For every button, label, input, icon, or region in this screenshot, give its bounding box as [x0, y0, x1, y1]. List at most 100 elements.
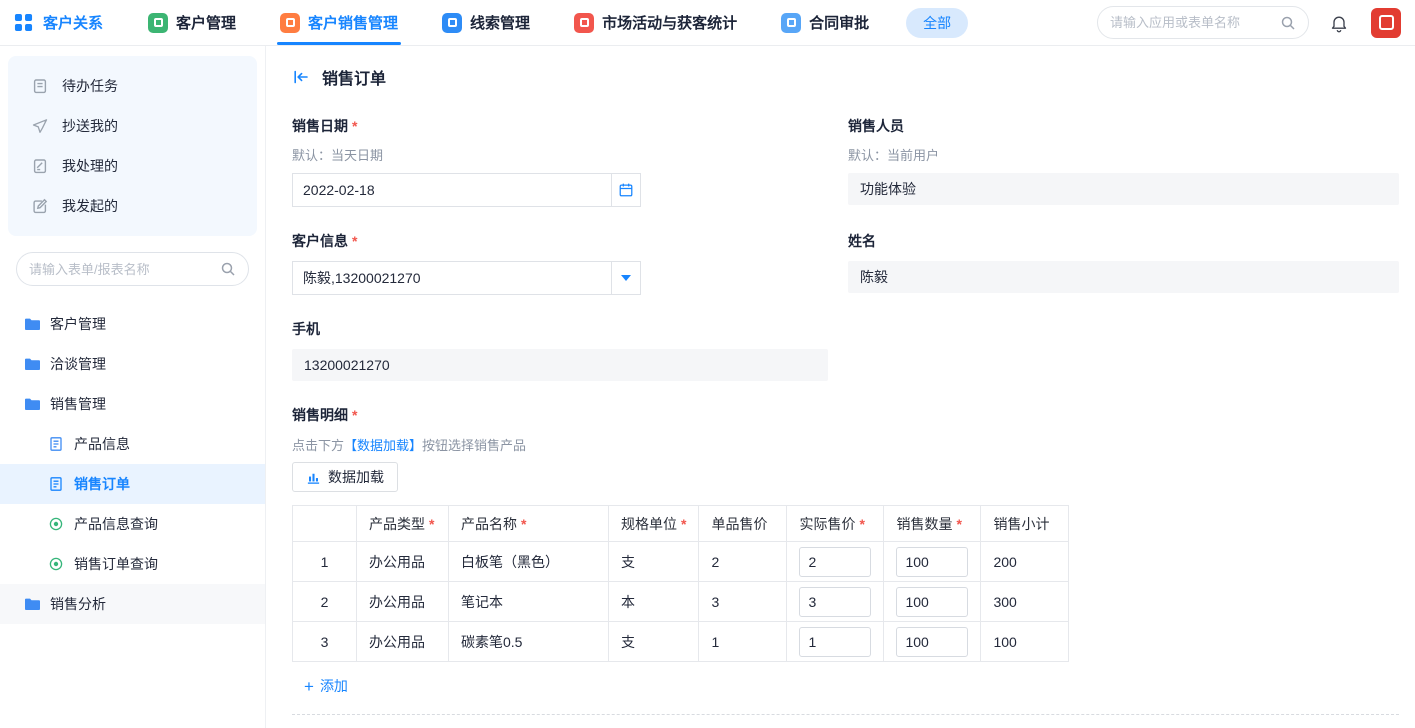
cell-actual-price [787, 622, 884, 662]
cell-sales-qty [884, 542, 981, 582]
mobile-label: 手机 [292, 319, 828, 339]
tree-item-sales-order-query[interactable]: 销售订单查询 [0, 544, 265, 584]
org-logo-mark [1379, 15, 1394, 30]
initiated-by-me-item[interactable]: 我发起的 [8, 186, 257, 226]
search-icon [220, 261, 236, 277]
tab-customer-mgmt[interactable]: 客户管理 [133, 0, 251, 45]
sales-qty-input[interactable] [896, 627, 968, 657]
form-search[interactable] [16, 252, 249, 286]
data-load-button[interactable]: 数据加载 [292, 462, 398, 492]
add-row-label: 添加 [320, 676, 348, 696]
form-divider [292, 714, 1399, 715]
form-tree: 客户管理 洽谈管理 销售管理 产品信息 销售订单 [0, 304, 265, 624]
cell-product-type: 办公用品 [357, 542, 449, 582]
org-logo[interactable] [1371, 8, 1401, 38]
cell-actual-price [787, 542, 884, 582]
tab-marketing-stats[interactable]: 市场活动与获客统计 [559, 0, 752, 45]
tree-label: 客户管理 [50, 314, 106, 334]
folder-open-icon [24, 396, 40, 412]
sale-date-input[interactable] [292, 173, 612, 207]
col-header-product-name: 产品名称* [449, 506, 609, 542]
workspace-switcher[interactable]: 客户关系 [14, 12, 103, 33]
cell-subtotal: 200 [981, 542, 1069, 582]
sales-qty-input[interactable] [896, 587, 968, 617]
col-header-actual-price: 实际售价* [787, 506, 884, 542]
required-asterisk: * [352, 407, 357, 423]
clipboard-icon [32, 78, 48, 94]
col-header-unit-price: 单品售价 [699, 506, 787, 542]
sales-person-hint: 默认：当前用户 [848, 145, 1399, 164]
tree-item-negotiation-mgmt[interactable]: 洽谈管理 [0, 344, 265, 384]
name-field: 姓名 陈毅 [848, 231, 1399, 295]
sales-detail-hint: 点击下方【数据加载】按钮选择销售产品 [292, 435, 1399, 454]
cc-to-me-item[interactable]: 抄送我的 [8, 106, 257, 146]
tree-item-customer-mgmt[interactable]: 客户管理 [0, 304, 265, 344]
data-load-button-label: 数据加载 [328, 467, 384, 487]
tab-label: 客户销售管理 [308, 12, 398, 33]
notification-bell-icon[interactable] [1329, 13, 1349, 33]
task-panel: 待办任务 抄送我的 我处理的 [8, 56, 257, 236]
table-row: 2 办公用品 笔记本 本 3 300 [293, 582, 1069, 622]
actual-price-input[interactable] [799, 547, 871, 577]
apps-grid-icon [14, 13, 33, 32]
customer-dropdown-button[interactable] [611, 261, 641, 295]
tree-item-sales-analysis[interactable]: 销售分析 [0, 584, 265, 624]
form-search-input[interactable] [29, 262, 212, 277]
pencil-square-icon [32, 198, 48, 214]
sales-detail-section: 销售明细* 点击下方【数据加载】按钮选择销售产品 数据加载 产品类型* [292, 405, 1399, 696]
folder-icon [24, 596, 40, 612]
cell-product-type: 办公用品 [357, 582, 449, 622]
add-row-button[interactable]: + 添加 [304, 676, 348, 696]
all-apps-button[interactable]: 全部 [906, 8, 968, 38]
back-button[interactable] [292, 68, 310, 86]
tab-label: 合同审批 [809, 12, 869, 33]
cell-unit-price: 1 [699, 622, 787, 662]
cell-subtotal: 300 [981, 582, 1069, 622]
task-label: 我处理的 [62, 156, 118, 176]
sale-date-hint: 默认：当天日期 [292, 145, 828, 164]
cell-sales-qty [884, 622, 981, 662]
tab-lead-mgmt[interactable]: 线索管理 [427, 0, 545, 45]
tree-item-product-info-query[interactable]: 产品信息查询 [0, 504, 265, 544]
bar-chart-icon [306, 470, 321, 485]
folder-icon [24, 316, 40, 332]
tree-item-sales-order[interactable]: 销售订单 [0, 464, 265, 504]
tree-label: 洽谈管理 [50, 354, 106, 374]
page-title: 销售订单 [322, 65, 386, 89]
actual-price-input[interactable] [799, 627, 871, 657]
app-search[interactable] [1097, 6, 1309, 39]
cell-spec-unit: 支 [609, 542, 699, 582]
name-label: 姓名 [848, 231, 1399, 251]
cell-unit-price: 3 [699, 582, 787, 622]
query-icon [48, 556, 64, 572]
cell-actual-price [787, 582, 884, 622]
processed-by-me-item[interactable]: 我处理的 [8, 146, 257, 186]
task-label: 抄送我的 [62, 116, 118, 136]
cell-spec-unit: 本 [609, 582, 699, 622]
cell-product-type: 办公用品 [357, 622, 449, 662]
col-header-sales-qty: 销售数量* [884, 506, 981, 542]
tab-customer-sales-mgmt[interactable]: 客户销售管理 [265, 0, 413, 45]
workspace-label: 客户关系 [43, 12, 103, 33]
app-search-input[interactable] [1110, 15, 1272, 30]
form-row-2: 客户信息* 陈毅,13200021270 姓名 陈毅 [292, 231, 1399, 295]
plus-icon: + [304, 678, 314, 695]
sales-qty-input[interactable] [896, 547, 968, 577]
calendar-icon [618, 182, 634, 198]
table-header-row: 产品类型* 产品名称* 规格单位* 单品售价 实际售价* 销售数量* 销售小计 [293, 506, 1069, 542]
form-row-1: 销售日期* 默认：当天日期 销售人员 默认：当前用户 功能体验 [292, 116, 1399, 207]
tree-item-product-info[interactable]: 产品信息 [0, 424, 265, 464]
chevron-down-icon [621, 275, 631, 281]
cell-product-name: 笔记本 [449, 582, 609, 622]
col-header-spec-unit: 规格单位* [609, 506, 699, 542]
tab-contract-approval[interactable]: 合同审批 [766, 0, 884, 45]
sales-detail-table: 产品类型* 产品名称* 规格单位* 单品售价 实际售价* 销售数量* 销售小计 … [292, 505, 1069, 662]
tree-label: 销售订单 [74, 474, 130, 494]
actual-price-input[interactable] [799, 587, 871, 617]
calendar-button[interactable] [611, 173, 641, 207]
todo-tasks-item[interactable]: 待办任务 [8, 66, 257, 106]
tab-label: 线索管理 [470, 12, 530, 33]
tree-item-sales-mgmt[interactable]: 销售管理 [0, 384, 265, 424]
edit-doc-icon [32, 158, 48, 174]
customer-info-select[interactable]: 陈毅,13200021270 [292, 261, 612, 295]
